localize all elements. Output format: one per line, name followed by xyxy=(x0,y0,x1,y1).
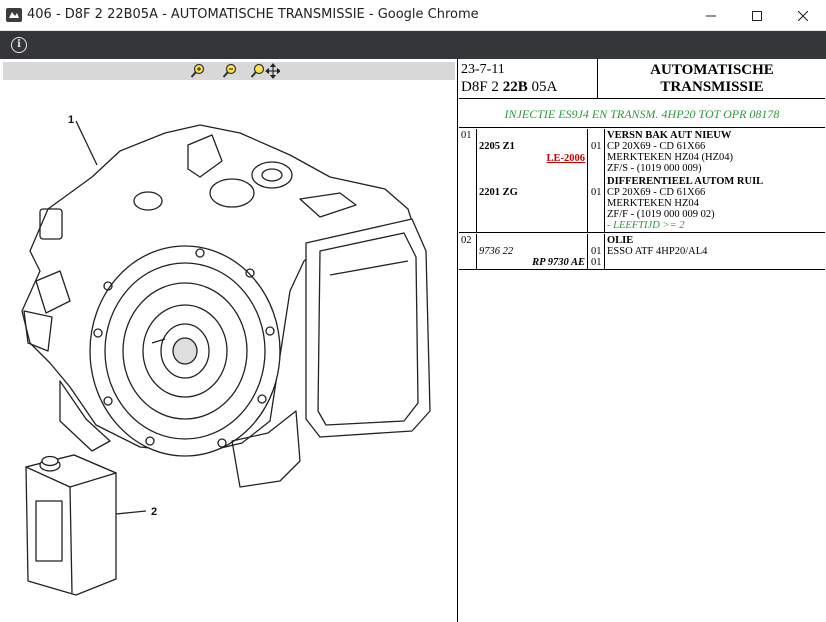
callout-1-label: 1 xyxy=(68,114,74,126)
sheet-code-suffix: 05A xyxy=(527,79,558,95)
site-info-bar: i xyxy=(0,31,826,59)
part-qty: 01 xyxy=(591,141,602,152)
part-ref-alt: RP 9730 AE xyxy=(532,257,585,268)
oil-can xyxy=(25,454,117,596)
zoom-toolbar xyxy=(3,62,455,80)
qty-cell: 01 01 xyxy=(589,234,605,269)
part-ref: 9736 22 xyxy=(479,246,514,257)
close-icon[interactable] xyxy=(780,0,826,31)
callout-1-leader xyxy=(75,120,98,166)
maximize-icon[interactable] xyxy=(734,0,780,31)
part-ref: 2201 ZG xyxy=(479,187,518,198)
desc-cell: VERSN BAK AUT NIEUW CP 20X69 - CD 61X66 … xyxy=(606,129,825,232)
sheet-date: 23-7-11 xyxy=(461,62,505,77)
info-icon[interactable]: i xyxy=(11,37,27,53)
part-spec: ZF/S - (1019 000 009) xyxy=(607,163,702,174)
part-name: OLIE xyxy=(607,235,634,246)
zoom-in-icon[interactable] xyxy=(190,62,206,80)
callout-2-leader xyxy=(115,510,147,515)
parts-group-02: 02 9736 22 RP 9730 AE 01 01 OLIE ESSO AT… xyxy=(459,234,825,270)
part-qty: 01 xyxy=(591,257,602,268)
part-spec: CP 20X69 - CD 61X66 xyxy=(607,141,706,152)
part-spec: CP 20X69 - CD 61X66 xyxy=(607,187,706,198)
part-name: VERSN BAK AUT NIEUW xyxy=(607,130,732,141)
sheet-code-bold: 22B xyxy=(502,79,528,95)
sheet-subtitle: INJECTIE ES9J4 EN TRANSM. 4HP20 TOT OPR … xyxy=(459,100,825,128)
part-spec: ZF/F - (1019 000 009 02) xyxy=(607,209,715,220)
part-spec: MERKTEKEN HZ04 (HZ04) xyxy=(607,152,733,163)
sheet-code-prefix: D8F 2 xyxy=(461,79,503,95)
group-number: 01 xyxy=(459,129,477,232)
drawing-pane: 1 2 xyxy=(0,59,458,622)
part-name: DIFFERENTIEEL AUTOM RUIL xyxy=(607,176,764,187)
ref-cell: 9736 22 RP 9730 AE xyxy=(478,234,588,269)
sheet-title: AUTOMATISCHE TRANSMISSIE xyxy=(599,62,825,96)
window-titlebar: 406 - D8F 2 22B05A - AUTOMATISCHE TRANSM… xyxy=(0,0,826,31)
part-spec: ESSO ATF 4HP20/AL4 xyxy=(607,246,708,257)
sheet-header-info: 23-7-11 D8F 2 22B 05A xyxy=(459,59,598,99)
window-title: 406 - D8F 2 22B05A - AUTOMATISCHE TRANSM… xyxy=(27,7,479,22)
parts-sheet: 23-7-11 D8F 2 22B 05A AUTOMATISCHE TRANS… xyxy=(459,59,826,622)
qty-cell: 01 01 xyxy=(589,129,605,232)
zoom-pan-icon[interactable] xyxy=(250,62,280,80)
part-remark: - LEEFTIJD >= 2 xyxy=(607,220,685,231)
side-cover xyxy=(305,218,431,438)
part-ref: 2205 Z1 xyxy=(479,141,515,152)
part-qty: 01 xyxy=(591,246,602,257)
ref-cell: 2205 Z1 LE-2006 2201 ZG xyxy=(478,129,588,232)
zoom-out-icon[interactable] xyxy=(222,62,238,80)
minimize-icon[interactable] xyxy=(688,0,734,31)
part-qty: 01 xyxy=(591,187,602,198)
transmission-drawing: 1 2 xyxy=(21,114,431,596)
callout-2-label: 2 xyxy=(151,506,157,518)
app-icon xyxy=(6,8,22,22)
sheet-code: D8F 2 22B 05A xyxy=(461,79,557,96)
part-note-link[interactable]: LE-2006 xyxy=(546,153,585,165)
part-spec: MERKTEKEN HZ04 xyxy=(607,198,699,209)
group-number: 02 xyxy=(459,234,477,269)
desc-cell: OLIE ESSO ATF 4HP20/AL4 xyxy=(606,234,825,269)
sheet-header: 23-7-11 D8F 2 22B 05A AUTOMATISCHE TRANS… xyxy=(459,59,825,99)
sheet-title-line2: TRANSMISSIE xyxy=(660,79,764,95)
parts-group-01: 01 2205 Z1 LE-2006 2201 ZG 01 01 VERSN B… xyxy=(459,129,825,233)
sheet-title-line1: AUTOMATISCHE xyxy=(650,62,774,78)
